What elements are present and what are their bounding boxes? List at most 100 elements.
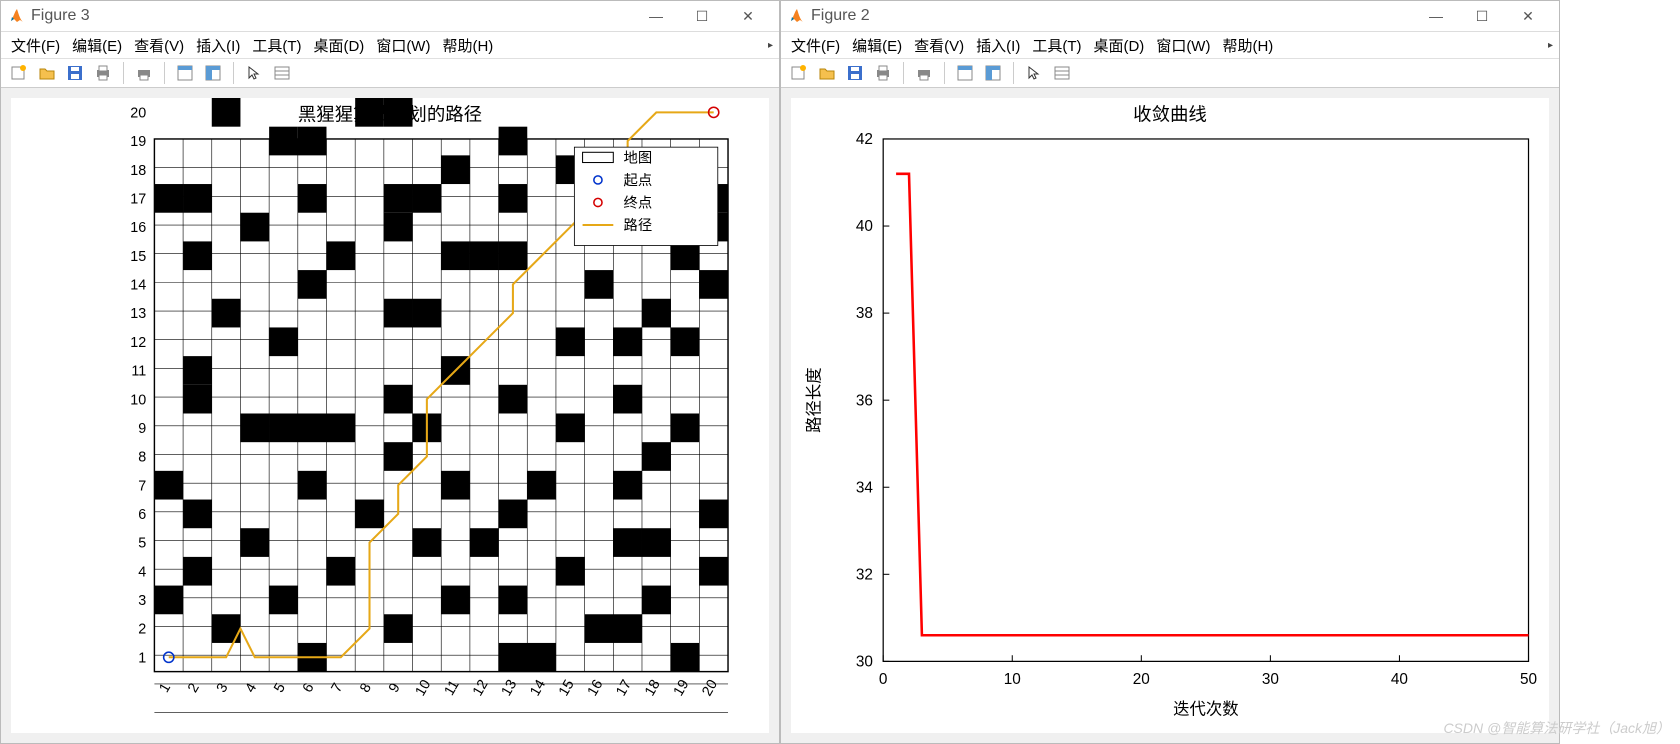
print-preview-icon[interactable]	[912, 61, 936, 85]
open-icon[interactable]	[815, 61, 839, 85]
svg-text:5: 5	[138, 536, 146, 552]
svg-text:36: 36	[856, 392, 873, 409]
svg-text:18: 18	[642, 677, 664, 699]
pointer-icon[interactable]	[242, 61, 266, 85]
menu-window[interactable]: 窗口(W)	[376, 35, 430, 56]
maximize-button[interactable]: ☐	[679, 1, 725, 31]
svg-text:32: 32	[856, 566, 873, 583]
svg-text:7: 7	[328, 681, 346, 696]
pointer-icon[interactable]	[1022, 61, 1046, 85]
svg-text:4: 4	[138, 564, 146, 580]
convergence-chart[interactable]: 收敛曲线0102030405030323436384042迭代次数路径长度	[791, 98, 1549, 733]
svg-text:8: 8	[357, 681, 375, 696]
svg-text:1: 1	[156, 681, 174, 696]
svg-text:起点: 起点	[624, 172, 653, 189]
print-icon[interactable]	[871, 61, 895, 85]
print-icon[interactable]	[91, 61, 115, 85]
save-icon[interactable]	[843, 61, 867, 85]
svg-text:30: 30	[1262, 671, 1279, 688]
menu-help[interactable]: 帮助(H)	[1222, 35, 1273, 56]
menu-view[interactable]: 查看(V)	[134, 35, 184, 56]
svg-text:11: 11	[441, 678, 462, 699]
menu-edit[interactable]: 编辑(E)	[852, 35, 902, 56]
new-figure-icon[interactable]	[7, 61, 31, 85]
menu-insert[interactable]: 插入(I)	[196, 35, 240, 56]
print-preview-icon[interactable]	[132, 61, 156, 85]
svg-text:10: 10	[130, 392, 146, 408]
close-button[interactable]: ✕	[1505, 1, 1551, 31]
chevron-right-icon[interactable]: ▸	[768, 40, 773, 51]
menu-help[interactable]: 帮助(H)	[442, 35, 493, 56]
svg-text:20: 20	[1133, 671, 1150, 688]
svg-text:路径长度: 路径长度	[806, 367, 824, 433]
svg-text:6: 6	[138, 507, 146, 523]
watermark: CSDN @智能算法研学社（Jack旭）	[1443, 718, 1670, 738]
maximize-button[interactable]: ☐	[1459, 1, 1505, 31]
svg-text:20: 20	[130, 105, 146, 121]
svg-text:17: 17	[613, 677, 635, 699]
svg-text:34: 34	[856, 479, 874, 496]
svg-text:2: 2	[185, 681, 203, 696]
svg-text:17: 17	[130, 191, 146, 207]
svg-text:15: 15	[130, 249, 146, 265]
menu-edit[interactable]: 编辑(E)	[72, 35, 122, 56]
figure-area: 收敛曲线0102030405030323436384042迭代次数路径长度	[781, 88, 1559, 743]
svg-text:16: 16	[130, 220, 146, 236]
matlab-icon	[9, 8, 25, 24]
svg-text:终点: 终点	[624, 195, 653, 212]
properties-icon[interactable]	[270, 61, 294, 85]
svg-text:4: 4	[242, 681, 260, 696]
figure-window-2: Figure 2 — ☐ ✕ 文件(F) 编辑(E) 查看(V) 插入(I) 工…	[780, 0, 1560, 744]
svg-text:12: 12	[130, 335, 146, 351]
svg-text:42: 42	[856, 131, 873, 148]
svg-text:20: 20	[699, 677, 721, 699]
svg-text:12: 12	[470, 677, 492, 699]
svg-text:收敛曲线: 收敛曲线	[1133, 103, 1207, 124]
titlebar[interactable]: Figure 2 — ☐ ✕	[781, 1, 1559, 32]
svg-text:19: 19	[671, 677, 693, 699]
svg-text:50: 50	[1520, 671, 1537, 688]
svg-text:16: 16	[585, 677, 607, 699]
layout-1-icon[interactable]	[173, 61, 197, 85]
svg-text:3: 3	[138, 593, 146, 609]
svg-text:3: 3	[214, 681, 232, 696]
svg-text:2: 2	[138, 622, 146, 638]
menu-view[interactable]: 查看(V)	[914, 35, 964, 56]
svg-text:14: 14	[527, 677, 549, 699]
svg-text:10: 10	[412, 677, 434, 699]
menu-file[interactable]: 文件(F)	[11, 35, 60, 56]
figure-area: 黑猩猩算法规划的路径123456789101112131415161718192…	[1, 88, 779, 743]
minimize-button[interactable]: —	[633, 1, 679, 31]
layout-2-icon[interactable]	[981, 61, 1005, 85]
svg-text:8: 8	[138, 450, 146, 466]
menu-tools[interactable]: 工具(T)	[1032, 35, 1081, 56]
menu-file[interactable]: 文件(F)	[791, 35, 840, 56]
svg-text:40: 40	[856, 218, 873, 235]
save-icon[interactable]	[63, 61, 87, 85]
svg-text:7: 7	[138, 478, 146, 494]
minimize-button[interactable]: —	[1413, 1, 1459, 31]
grid-path-chart[interactable]: 黑猩猩算法规划的路径123456789101112131415161718192…	[11, 98, 769, 733]
titlebar[interactable]: Figure 3 — ☐ ✕	[1, 1, 779, 32]
menu-insert[interactable]: 插入(I)	[976, 35, 1020, 56]
svg-text:迭代次数: 迭代次数	[1173, 701, 1239, 719]
open-icon[interactable]	[35, 61, 59, 85]
menu-window[interactable]: 窗口(W)	[1156, 35, 1210, 56]
toolbar	[781, 58, 1559, 88]
svg-text:10: 10	[1004, 671, 1021, 688]
close-button[interactable]: ✕	[725, 1, 771, 31]
figure-window-3: Figure 3 — ☐ ✕ 文件(F) 编辑(E) 查看(V) 插入(I) 工…	[0, 0, 780, 744]
new-figure-icon[interactable]	[787, 61, 811, 85]
menu-desktop[interactable]: 桌面(D)	[1093, 35, 1144, 56]
layout-1-icon[interactable]	[953, 61, 977, 85]
svg-text:5: 5	[271, 681, 289, 696]
properties-icon[interactable]	[1050, 61, 1074, 85]
menubar: 文件(F) 编辑(E) 查看(V) 插入(I) 工具(T) 桌面(D) 窗口(W…	[781, 32, 1559, 58]
menu-tools[interactable]: 工具(T)	[252, 35, 301, 56]
svg-text:9: 9	[138, 421, 146, 437]
menu-desktop[interactable]: 桌面(D)	[313, 35, 364, 56]
layout-2-icon[interactable]	[201, 61, 225, 85]
chevron-right-icon[interactable]: ▸	[1548, 40, 1553, 51]
window-title: Figure 3	[31, 7, 90, 25]
svg-text:0: 0	[879, 671, 888, 688]
